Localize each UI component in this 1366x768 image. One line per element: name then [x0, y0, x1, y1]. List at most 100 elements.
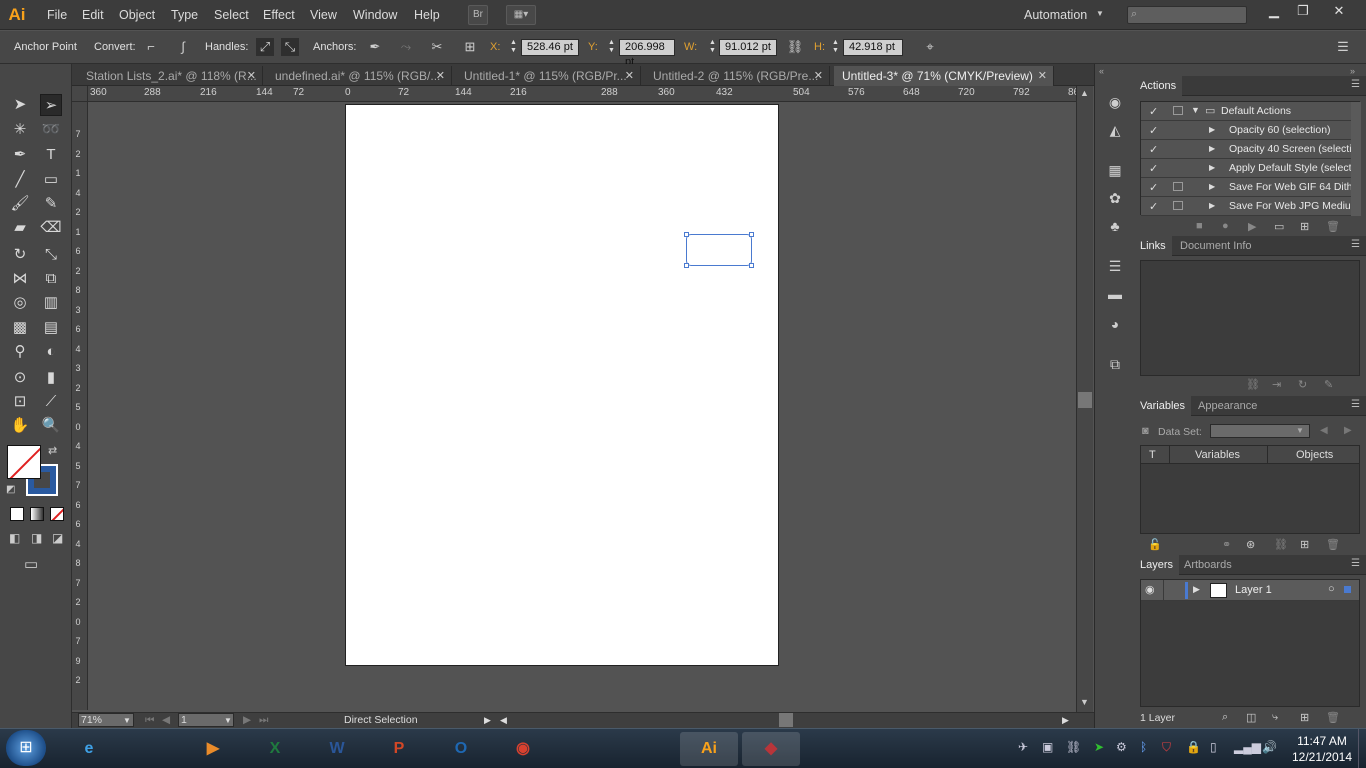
status-menu-arrow-icon[interactable]: ▶	[484, 715, 491, 726]
convert-to-smooth-icon[interactable]: ∫	[174, 38, 192, 56]
close-icon[interactable]: ✕	[1038, 66, 1047, 86]
none-mode-icon[interactable]	[50, 507, 64, 521]
close-icon[interactable]: ✕	[625, 66, 634, 86]
selection-tool-icon[interactable]: ➤	[9, 94, 31, 116]
perspective-grid-tool-icon[interactable]: ▥	[40, 292, 62, 314]
tab-appearance[interactable]: Appearance	[1192, 396, 1263, 416]
check-icon[interactable]: ✓	[1149, 105, 1158, 118]
rotate-tool-icon[interactable]: ↻	[9, 244, 31, 266]
layer-row[interactable]: ◉ ▶ Layer 1 ○	[1141, 580, 1359, 601]
signal-icon[interactable]: ▂▄▆	[1234, 740, 1261, 754]
new-sublayer-icon[interactable]: ⤷	[1272, 711, 1278, 724]
isolate-icon[interactable]: ⌖	[921, 38, 939, 56]
make-visibility-dynamic-icon[interactable]: ⊛	[1246, 538, 1255, 551]
menu-type[interactable]: Type	[171, 8, 198, 22]
taskbar-media-icon[interactable]: ▶	[184, 732, 242, 766]
vertical-scrollbar[interactable]: ▲ ▼	[1076, 86, 1093, 712]
ruler-origin[interactable]	[72, 86, 88, 102]
hide-handles-icon[interactable]: ⤡	[281, 38, 299, 56]
fill-swatch[interactable]	[7, 445, 41, 479]
check-icon[interactable]: ✓	[1149, 124, 1158, 137]
tab-links[interactable]: Links	[1134, 236, 1172, 256]
tab-actions[interactable]: Actions	[1134, 76, 1183, 96]
hand-tool-icon[interactable]: ✋	[9, 415, 31, 437]
menu-object[interactable]: Object	[119, 8, 155, 22]
target-icon[interactable]: ○	[1328, 583, 1335, 595]
gradient-mode-icon[interactable]	[30, 507, 44, 521]
taskbar-folder-icon[interactable]	[556, 732, 614, 766]
show-handles-icon[interactable]: ⤢	[256, 38, 274, 56]
draw-behind-icon[interactable]: ◨	[31, 531, 42, 545]
symbols-icon[interactable]: ♣	[1105, 216, 1125, 236]
layer-name[interactable]: Layer 1	[1235, 584, 1272, 596]
scroll-up-icon[interactable]: ▲	[1080, 88, 1089, 98]
blend-tool-icon[interactable]: ◐	[40, 341, 62, 363]
shape-builder-tool-icon[interactable]: ◎	[9, 292, 31, 314]
start-button[interactable]: ⊞	[6, 730, 46, 766]
tab-artboards[interactable]: Artboards	[1178, 555, 1238, 575]
constrain-proportions-icon[interactable]: ⛓	[786, 38, 804, 56]
anchor-point[interactable]	[684, 263, 689, 268]
menu-help[interactable]: Help	[414, 8, 440, 22]
menu-effect[interactable]: Effect	[263, 8, 295, 22]
check-icon[interactable]: ✓	[1149, 162, 1158, 175]
lock-icon[interactable]: 🔓	[1148, 538, 1162, 551]
h-stepper[interactable]: ▲ ▼	[830, 39, 841, 56]
tab-station-lists[interactable]: Station Lists_2.ai* @ 118% (R... ✕	[78, 66, 263, 86]
paintbrush-tool-icon[interactable]: 🖌	[9, 193, 31, 215]
y-field[interactable]: 206.998 pt	[619, 39, 675, 68]
expand-icon[interactable]: ▶	[1209, 125, 1215, 134]
menu-window[interactable]: Window	[353, 8, 397, 22]
draw-normal-icon[interactable]: ◧	[9, 531, 20, 545]
taskbar-network-icon[interactable]	[618, 732, 676, 766]
dialog-toggle-icon[interactable]	[1173, 182, 1183, 191]
taskbar-chrome-icon[interactable]: ◉	[494, 732, 552, 766]
expand-icon[interactable]: ▶	[1209, 163, 1215, 172]
free-transform-tool-icon[interactable]: ⧉	[40, 268, 62, 290]
taskbar-app-red-icon[interactable]: ◆	[742, 732, 800, 766]
check-icon[interactable]: ✓	[1149, 200, 1158, 213]
screen-mode-icon[interactable]: ▭	[24, 555, 38, 573]
volume-icon[interactable]: 🔊	[1262, 740, 1277, 754]
tab-untitled-1[interactable]: Untitled-1* @ 115% (RGB/Pr... ✕	[456, 66, 641, 86]
clock-date[interactable]: 12/21/2014	[1284, 750, 1360, 764]
default-colors-icon[interactable]: ◩	[6, 484, 15, 495]
tray-device-icon[interactable]: ▯	[1210, 740, 1217, 754]
search-input[interactable]	[1127, 6, 1247, 24]
transparency-icon[interactable]: ◕	[1105, 314, 1125, 334]
rectangle-tool-icon[interactable]: ▭	[40, 169, 62, 191]
panel-menu-icon[interactable]: ☰	[1351, 239, 1360, 250]
brushes-icon[interactable]: ✿	[1105, 188, 1125, 208]
swatches-icon[interactable]: ▦	[1105, 160, 1125, 180]
check-icon[interactable]: ✓	[1149, 181, 1158, 194]
action-row[interactable]: ✓ ▶ Save For Web JPG Medium	[1141, 197, 1353, 216]
taskbar-outlook-icon[interactable]: O	[432, 732, 490, 766]
color-guide-icon[interactable]: ◉	[1105, 92, 1125, 112]
w-field[interactable]: 91.012 pt	[719, 39, 777, 56]
expand-icon[interactable]: ▶	[1193, 584, 1200, 595]
gradient-icon[interactable]: ▬	[1105, 284, 1125, 304]
line-tool-icon[interactable]: ╱	[9, 169, 31, 191]
action-row[interactable]: ✓ ▶ Opacity 40 Screen (selecti...	[1141, 140, 1353, 159]
close-button[interactable]: ✕	[1324, 2, 1354, 22]
col-type[interactable]: T	[1149, 449, 1156, 461]
check-icon[interactable]: ✓	[1149, 143, 1158, 156]
col-objects[interactable]: Objects	[1296, 449, 1333, 461]
clipping-mask-icon[interactable]: ◫	[1246, 711, 1256, 724]
selection-indicator[interactable]	[1344, 586, 1351, 593]
restore-button[interactable]: ❐	[1288, 2, 1318, 22]
panel-menu-icon[interactable]: ☰	[1334, 38, 1352, 56]
menu-edit[interactable]: Edit	[82, 8, 104, 22]
blob-brush-tool-icon[interactable]: ▰	[9, 217, 31, 239]
direct-selection-tool-icon[interactable]: ➢	[40, 94, 62, 116]
menu-view[interactable]: View	[310, 8, 337, 22]
chevron-down-icon[interactable]: ▼	[224, 716, 232, 725]
width-tool-icon[interactable]: ⋈	[9, 268, 31, 290]
tray-shield-icon[interactable]: ⛉	[1162, 740, 1171, 755]
bridge-button[interactable]: Br	[468, 5, 488, 25]
action-row[interactable]: ✓ ▶ Save For Web GIF 64 Dith...	[1141, 178, 1353, 197]
reference-point-icon[interactable]: ⊞	[461, 38, 479, 56]
column-graph-tool-icon[interactable]: ▮	[40, 367, 62, 389]
anchor-point[interactable]	[684, 232, 689, 237]
scroll-right-icon[interactable]: ▶	[1062, 715, 1069, 726]
